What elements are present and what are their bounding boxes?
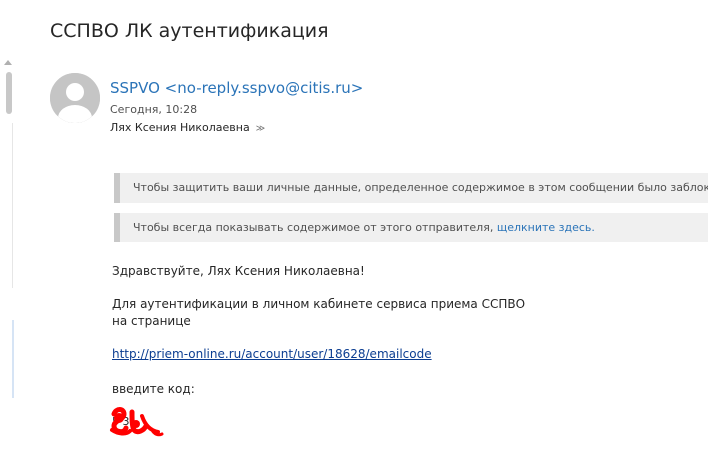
pane-divider	[12, 123, 13, 288]
selection-indicator	[12, 320, 14, 398]
scrollbar[interactable]	[0, 0, 18, 463]
redaction-scribble-icon	[110, 407, 164, 437]
show-content-text: Чтобы всегда показывать содержимое от эт…	[133, 221, 494, 234]
greeting-text: Здравствуйте, Лях Ксения Николаевна!	[112, 264, 365, 278]
blocked-content-text: Чтобы защитить ваши личные данные, опред…	[133, 181, 708, 194]
scroll-up-arrow-icon[interactable]	[4, 60, 12, 65]
blocked-content-banner: Чтобы защитить ваши личные данные, опред…	[114, 173, 708, 203]
recipient-row: Лях Ксения Николаевна ≫	[110, 121, 265, 134]
email-subject: ССПВО ЛК аутентификация	[50, 20, 329, 42]
sender-avatar-icon	[50, 73, 100, 123]
email-viewer: ССПВО ЛК аутентификация SSPVO <no-reply.…	[0, 0, 708, 463]
recipient-name: Лях Ксения Николаевна	[110, 121, 250, 134]
scroll-thumb[interactable]	[6, 72, 12, 114]
show-content-banner: Чтобы всегда показывать содержимое от эт…	[114, 213, 708, 242]
sender-name[interactable]: SSPVO <no-reply.sspvo@citis.ru>	[110, 79, 363, 97]
instruction-line-2: на странице	[112, 314, 191, 328]
code-label: введите код:	[112, 382, 195, 396]
expand-recipients-icon[interactable]: ≫	[256, 124, 265, 134]
emailcode-link[interactable]: http://priem-online.ru/account/user/1862…	[112, 347, 432, 361]
show-content-link[interactable]: щелкните здесь.	[497, 221, 595, 234]
instruction-line-1: Для аутентификации в личном кабинете сер…	[112, 297, 526, 311]
email-date: Сегодня, 10:28	[110, 103, 198, 116]
